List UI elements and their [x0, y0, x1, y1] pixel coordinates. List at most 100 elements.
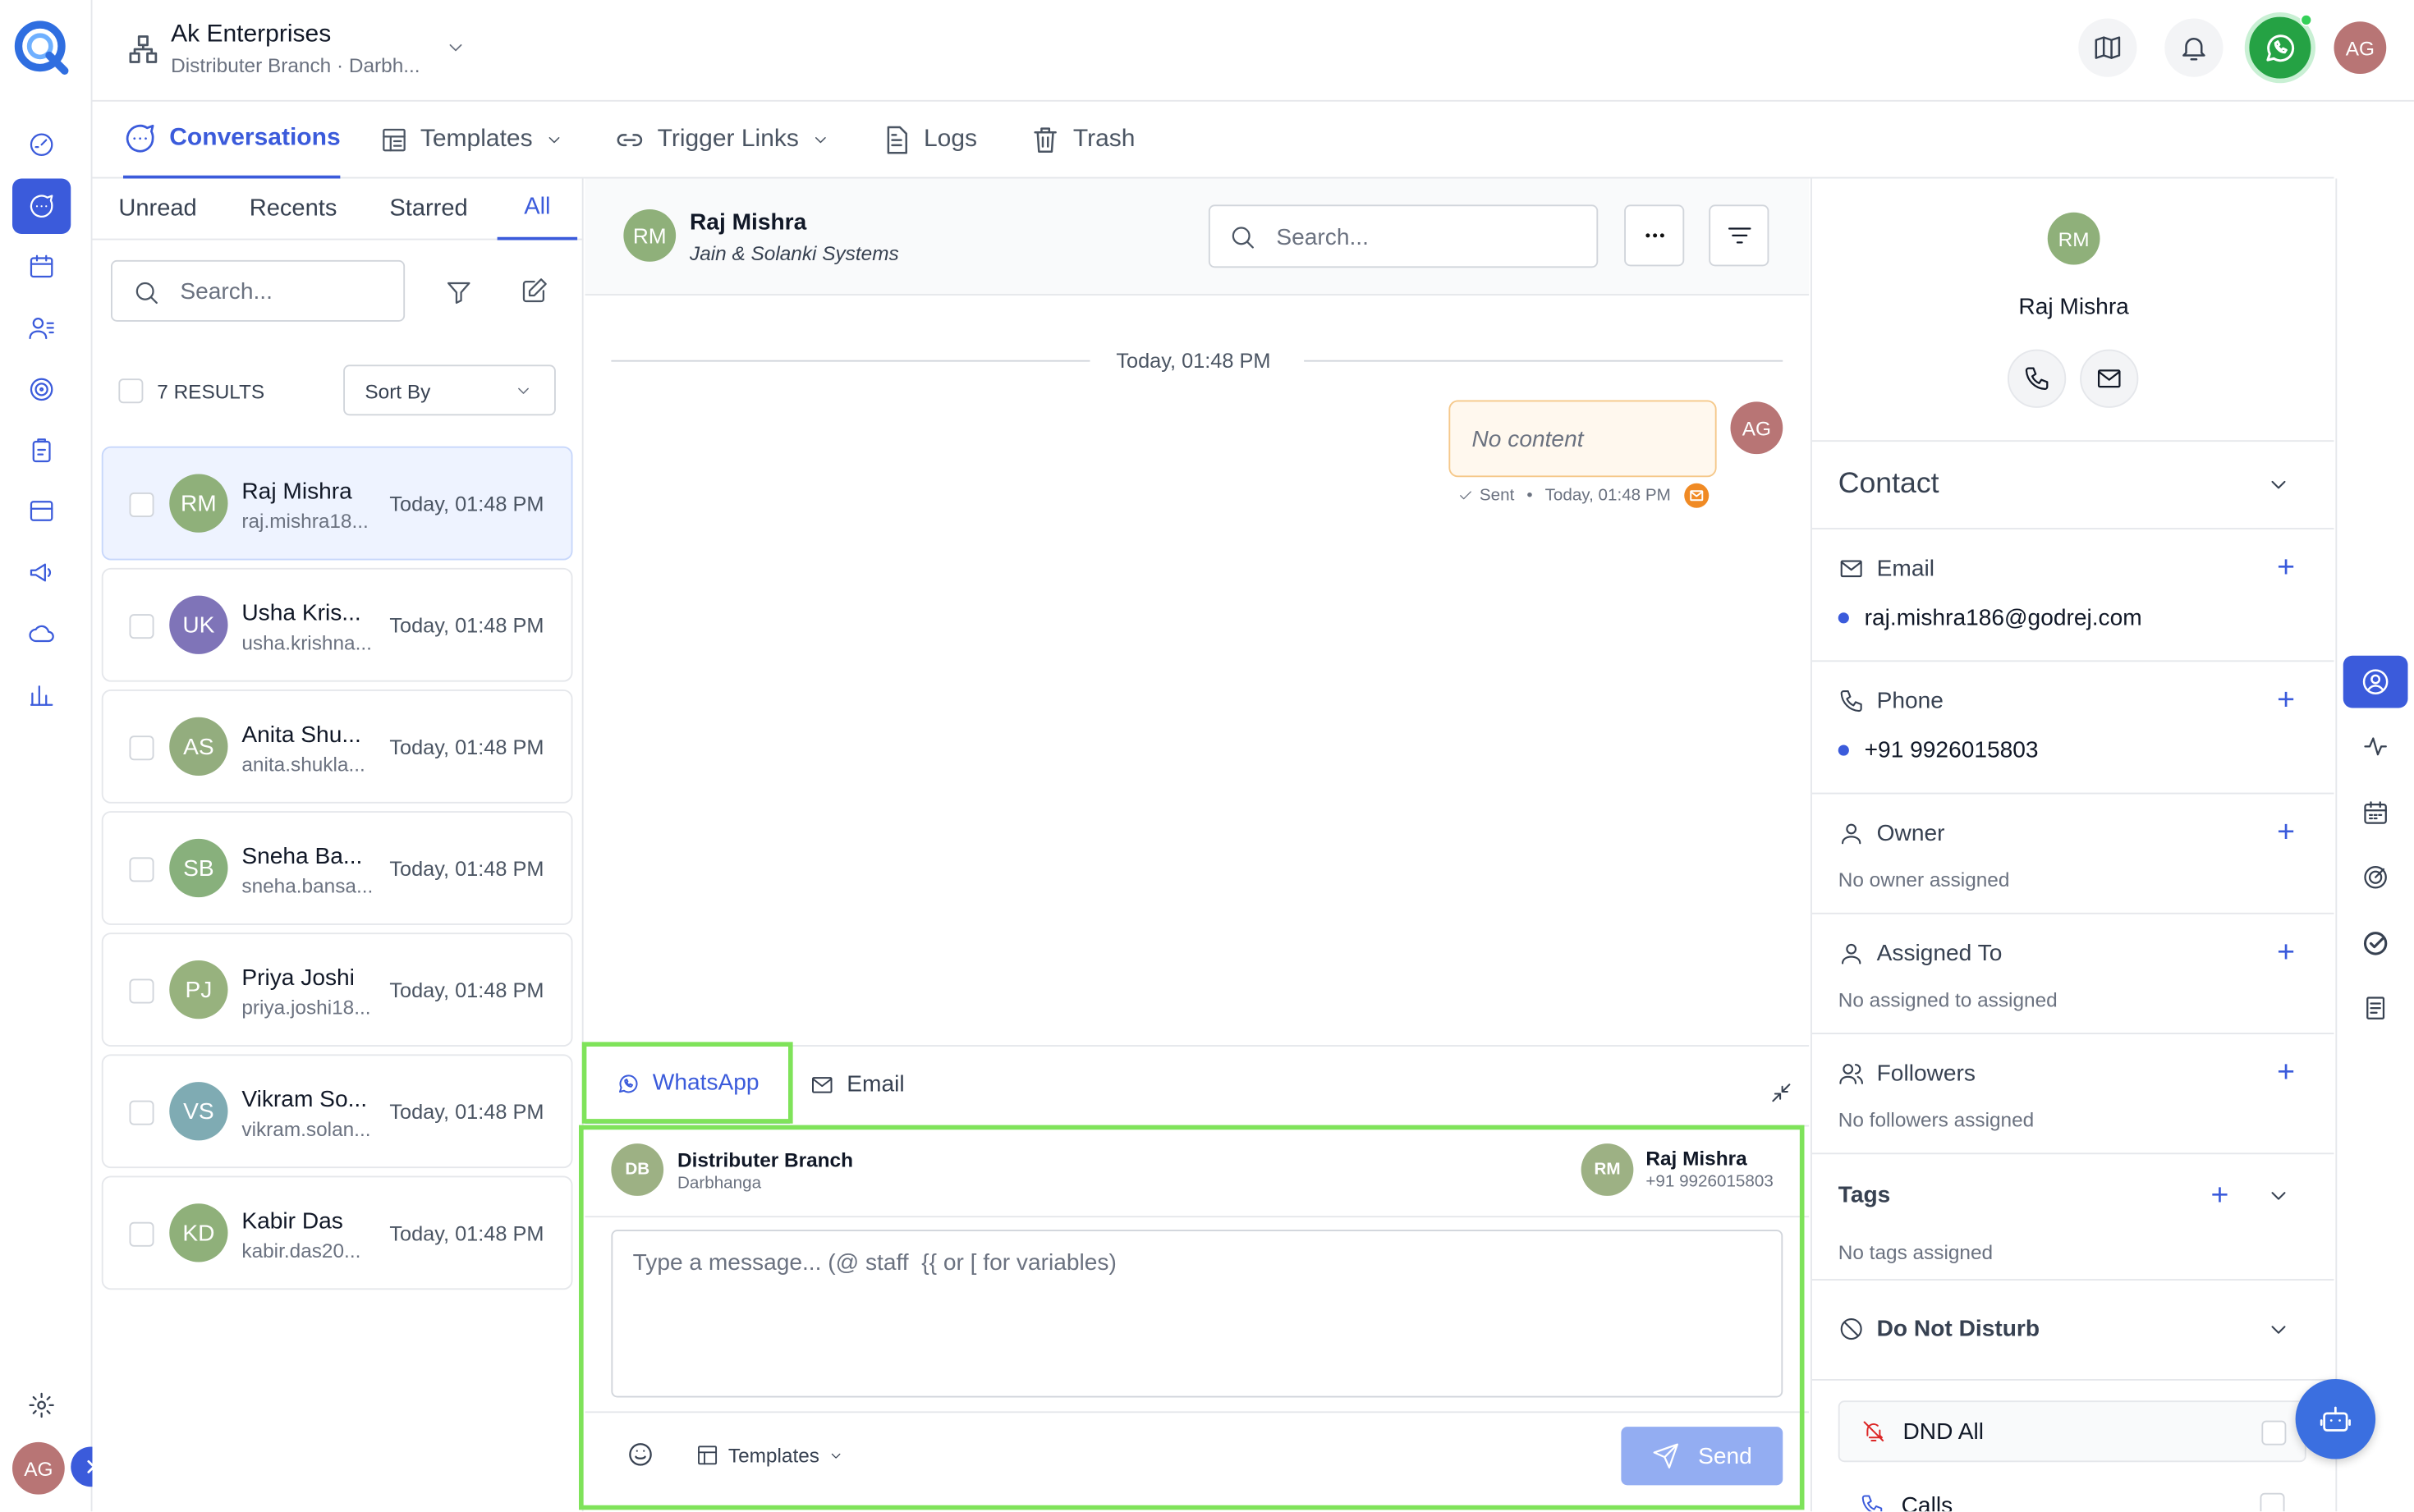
select-all-checkbox[interactable] [118, 378, 144, 404]
email-value[interactable]: raj.mishra186@godrej.com [1865, 605, 2142, 631]
conversation-item[interactable]: KD Kabir Das kabir.das20... Today, 01:48 PM [101, 1175, 573, 1290]
calendar-icon[interactable] [2343, 786, 2408, 839]
dnd-calls-row[interactable]: Calls [1838, 1484, 2306, 1512]
followers-value: No followers assigned [1838, 1108, 2035, 1132]
dnd-all-checkbox[interactable] [2261, 1420, 2287, 1446]
target-icon[interactable] [2343, 851, 2408, 904]
email-label: Email [1876, 555, 1934, 582]
followers-section: Followers + No followers assigned [1811, 1034, 2334, 1155]
add-owner-button[interactable]: + [2277, 818, 2295, 849]
target-icon[interactable] [12, 362, 71, 418]
add-assigned-button[interactable]: + [2277, 937, 2295, 969]
contact-section-title: Contact [1838, 468, 1939, 501]
filter-tab-recents[interactable]: Recents [250, 179, 337, 241]
conversation-checkbox[interactable] [129, 978, 154, 1004]
chatbot-fab[interactable] [2295, 1379, 2376, 1459]
list-search-box[interactable]: Search... [111, 259, 406, 322]
conversation-item[interactable]: VS Vikram So... vikram.solan... Today, 01:4… [101, 1054, 573, 1169]
activity-icon[interactable] [2343, 721, 2408, 773]
conversation-name: Raj Mishra [241, 479, 352, 505]
collapse-icon[interactable] [1769, 1080, 1793, 1105]
reports-icon[interactable] [12, 668, 71, 724]
tab-label: Logs [924, 126, 978, 153]
conversation-checkbox[interactable] [129, 735, 154, 761]
tab-trash[interactable]: Trash [1030, 102, 1135, 179]
add-phone-button[interactable]: + [2277, 685, 2295, 716]
conversation-time: Today, 01:48 PM [389, 735, 544, 759]
bell-icon [2182, 37, 2205, 61]
contacts-icon[interactable] [12, 300, 71, 356]
conversation-list-panel: Unread Recents Starred All Search... 7 R… [92, 178, 584, 1512]
filter-tab-all[interactable]: All [497, 179, 578, 241]
dnd-section[interactable]: Do Not Disturb [1811, 1281, 2334, 1381]
mail-icon [2097, 369, 2121, 388]
compose-tab-label: Email [847, 1071, 905, 1097]
user-avatar[interactable]: AG [12, 1441, 65, 1495]
chat-search-box[interactable]: Search... [1208, 204, 1599, 268]
conversation-item[interactable]: SB Sneha Ba... sneha.bansa... Today, 01:48 … [101, 811, 573, 925]
assigned-value: No assigned to assigned [1838, 987, 2058, 1011]
phone-icon [1861, 1495, 1883, 1512]
message-bubble[interactable]: No content [1448, 400, 1717, 478]
phone-value[interactable]: +91 9926015803 [1865, 737, 2039, 763]
contact-section-header[interactable]: Contact [1811, 442, 2334, 529]
conversation-avatar: SB [169, 838, 228, 898]
conversation-item[interactable]: RM Raj Mishra raj.mishra18... Today, 01:48 … [101, 446, 573, 561]
calendar-icon[interactable] [12, 239, 71, 295]
conversation-email: priya.joshi18... [241, 996, 371, 1019]
tab-conversations[interactable]: Conversations [123, 102, 341, 179]
map-icon [2095, 36, 2121, 59]
conversation-checkbox[interactable] [129, 614, 154, 639]
settings-icon[interactable] [12, 1377, 71, 1433]
add-email-button[interactable]: + [2277, 552, 2295, 584]
add-follower-button[interactable]: + [2277, 1057, 2295, 1088]
conversations-icon[interactable] [12, 178, 71, 234]
tab-label: Trash [1072, 126, 1136, 153]
map-button[interactable] [2078, 18, 2137, 77]
conversation-item[interactable]: PJ Priya Joshi priya.joshi18... Today, 01:4… [101, 932, 573, 1047]
filter-tab-starred[interactable]: Starred [389, 179, 467, 241]
call-button[interactable] [2008, 349, 2067, 408]
dnd-all-row[interactable]: DND All [1838, 1400, 2306, 1463]
compose-icon[interactable] [521, 277, 548, 305]
conversation-item[interactable]: UK Usha Kris... usha.krishna... Today, 01:4… [101, 567, 573, 682]
conversation-item[interactable]: AS Anita Shu... anita.shukla... Today, 01:4… [101, 690, 573, 804]
conversation-checkbox[interactable] [129, 493, 154, 517]
add-tag-button[interactable]: + [2211, 1180, 2229, 1212]
megaphone-icon[interactable] [12, 545, 71, 601]
header-avatar[interactable]: AG [2334, 21, 2387, 74]
sort-dropdown[interactable]: Sort By [343, 364, 556, 416]
notes-icon[interactable] [2343, 982, 2408, 1034]
tab-templates[interactable]: Templates [380, 102, 563, 179]
dnd-calls-checkbox[interactable] [2260, 1492, 2285, 1512]
chat-company: Jain & Solanki Systems [690, 241, 899, 265]
clipboard-icon[interactable] [12, 424, 71, 479]
notifications-button[interactable] [2164, 18, 2224, 77]
filter-icon[interactable] [445, 278, 473, 306]
chevron-down-icon [548, 137, 560, 144]
chat-icon [126, 124, 154, 153]
compose-area-highlight [579, 1125, 1805, 1510]
org-icon [126, 32, 160, 66]
contact-info-icon[interactable] [2343, 655, 2408, 708]
more-options-button[interactable] [1624, 204, 1685, 267]
conversation-checkbox[interactable] [129, 1100, 154, 1125]
conversation-checkbox[interactable] [129, 1221, 154, 1247]
chat-contact-name[interactable]: Raj Mishra [690, 209, 806, 236]
cloud-icon[interactable] [12, 607, 71, 662]
chat-filter-button[interactable] [1709, 204, 1769, 267]
inbox-icon[interactable] [12, 483, 71, 539]
org-name[interactable]: Ak Enterprises [171, 21, 331, 49]
tab-trigger-links[interactable]: Trigger Links [614, 102, 829, 179]
conversation-checkbox[interactable] [129, 857, 154, 882]
tab-logs[interactable]: Logs [881, 102, 978, 179]
task-check-icon[interactable] [2343, 918, 2408, 970]
dashboard-icon[interactable] [12, 117, 71, 173]
chat-search-placeholder: Search... [1276, 224, 1369, 251]
compose-tab-email[interactable]: Email [810, 1045, 905, 1124]
chevron-down-icon[interactable] [445, 37, 466, 58]
right-rail [2335, 178, 2414, 1512]
app-logo[interactable] [12, 19, 71, 77]
filter-tab-unread[interactable]: Unread [118, 179, 196, 241]
email-button[interactable] [2080, 349, 2139, 408]
